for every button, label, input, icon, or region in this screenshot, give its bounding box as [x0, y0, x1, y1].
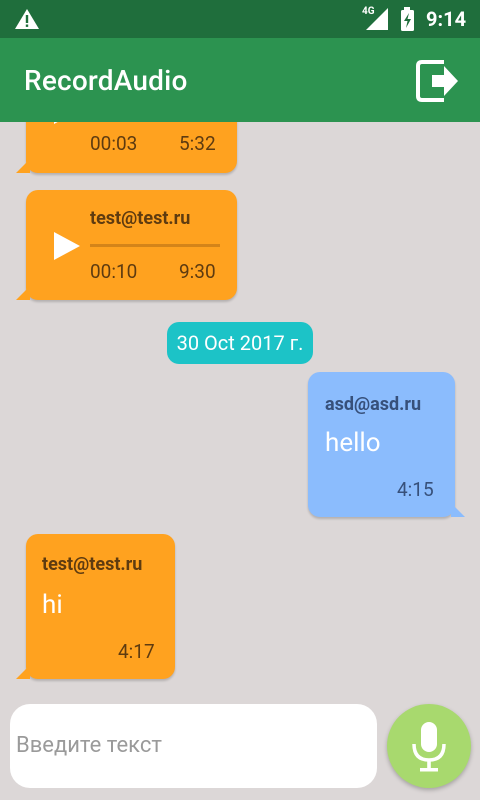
app-bar: RecordAudio: [0, 38, 480, 122]
play-icon[interactable]: [54, 122, 80, 124]
record-button[interactable]: [387, 704, 471, 788]
message-text: hi: [42, 590, 63, 620]
chat-list[interactable]: 00:03 5:32 test@test.ru 00:10 9:30 30 Oc…: [0, 122, 480, 696]
sender-label: test@test.ru: [90, 208, 191, 229]
sender-label: test@test.ru: [42, 554, 143, 575]
app-title: RecordAudio: [24, 64, 188, 97]
message-input[interactable]: Введите текст: [10, 704, 377, 788]
outgoing-message: asd@asd.ru hello 4:15: [308, 372, 465, 517]
audio-progress-track[interactable]: [90, 244, 220, 247]
audio-message: 00:03 5:32: [16, 122, 237, 173]
exit-icon[interactable]: [414, 54, 462, 106]
play-icon[interactable]: [54, 232, 80, 260]
compose-bar: Введите текст: [0, 696, 480, 800]
microphone-icon: [412, 722, 446, 772]
signal-icon: [366, 8, 388, 30]
message-time: 4:15: [397, 478, 434, 501]
status-bar: 4G 9:14: [0, 0, 480, 38]
audio-duration: 9:30: [179, 260, 216, 283]
message-time: 4:17: [118, 640, 155, 663]
warning-icon: [15, 9, 39, 29]
audio-message: test@test.ru 00:10 9:30: [16, 190, 237, 300]
incoming-message: test@test.ru hi 4:17: [16, 534, 175, 679]
sender-label: asd@asd.ru: [325, 394, 422, 415]
audio-duration: 5:32: [179, 132, 216, 155]
audio-position: 00:03: [90, 132, 138, 155]
clock: 9:14: [426, 7, 467, 31]
date-separator: 30 Oct 2017 г.: [167, 322, 313, 364]
audio-position: 00:10: [90, 260, 138, 283]
battery-icon: [401, 7, 414, 31]
message-text: hello: [325, 428, 381, 458]
